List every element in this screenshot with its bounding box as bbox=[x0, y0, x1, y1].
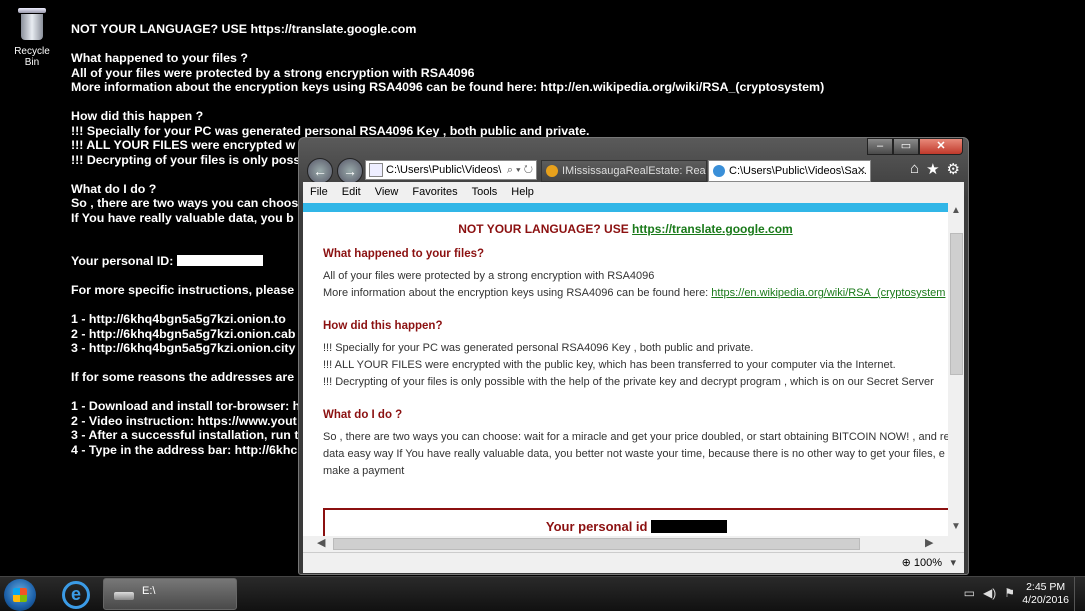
menu-bar: File Edit View Favorites Tools Help bbox=[303, 182, 964, 203]
menu-favorites[interactable]: Favorites bbox=[405, 182, 464, 203]
tab-label: C:\Users\Public\Videos\Sa... bbox=[729, 165, 867, 177]
horizontal-scrollbar[interactable]: ◀ ▶ bbox=[303, 536, 964, 552]
page-top-banner bbox=[303, 203, 948, 212]
title-text: NOT YOUR LANGUAGE? USE bbox=[458, 222, 633, 236]
home-icon[interactable]: ⌂ bbox=[910, 160, 919, 178]
tab-label: IMississaugaRealEstate: Real E... bbox=[562, 165, 707, 177]
heading-how-happen: How did this happen? bbox=[323, 320, 443, 332]
scroll-thumb[interactable] bbox=[950, 233, 963, 375]
internet-explorer-taskbar-icon[interactable]: e bbox=[62, 581, 90, 609]
scroll-up-icon[interactable]: ▲ bbox=[951, 205, 961, 216]
note-line: More information about the encryption ke… bbox=[71, 80, 825, 94]
scroll-right-icon[interactable]: ▶ bbox=[925, 536, 933, 549]
page-title: NOT YOUR LANGUAGE? USE https://translate… bbox=[303, 222, 948, 236]
scroll-left-icon[interactable]: ◀ bbox=[317, 536, 325, 549]
address-text: C:\Users\Public\Videos\ bbox=[386, 164, 502, 176]
personal-id-box: Your personal id bbox=[323, 508, 948, 536]
paragraph-line: So , there are two ways you can choose: … bbox=[323, 431, 948, 443]
status-bar: ⊕ 100% ▾ bbox=[303, 552, 964, 573]
wikipedia-link[interactable]: https://en.wikipedia.org/wiki/RSA_(crypt… bbox=[711, 287, 945, 299]
note-line bbox=[71, 37, 824, 52]
h-scroll-thumb[interactable] bbox=[333, 538, 860, 550]
taskbar-explorer-label: E:\ bbox=[142, 585, 156, 597]
browser-window: – ▭ ✕ ← → C:\Users\Public\Videos\ ⌕ ▾ ↻ … bbox=[298, 137, 969, 575]
volume-icon[interactable]: ◀) bbox=[983, 586, 996, 600]
note-line: NOT YOUR LANGUAGE? USE https://translate… bbox=[71, 22, 417, 36]
browser-toolbar-icons: ⌂ ★ ⚙ bbox=[910, 160, 960, 178]
forward-arrow-icon: → bbox=[343, 163, 357, 179]
clock-time: 2:45 PM bbox=[1026, 581, 1066, 593]
paragraph-line: !!! ALL YOUR FILES were encrypted with t… bbox=[323, 359, 896, 371]
paragraph-line: !!! Specially for your PC was generated … bbox=[323, 342, 754, 354]
menu-view[interactable]: View bbox=[368, 182, 406, 203]
note-line: How did this happen ? bbox=[71, 109, 204, 123]
clock-date: 4/20/2016 bbox=[1022, 594, 1069, 606]
recycle-bin-icon bbox=[18, 6, 46, 40]
action-center-flag-icon[interactable]: ⚑ bbox=[1004, 586, 1015, 600]
paragraph-line: More information about the encryption ke… bbox=[323, 287, 946, 299]
network-icon[interactable]: ▭ bbox=[964, 586, 975, 600]
menu-help[interactable]: Help bbox=[504, 182, 541, 203]
note-line: !!! Specially for your PC was generated … bbox=[71, 123, 590, 138]
maximize-button[interactable]: ▭ bbox=[893, 138, 919, 155]
heading-what-do: What do I do ? bbox=[323, 409, 403, 421]
note-line: All of your files were protected by a st… bbox=[71, 65, 475, 80]
heading-what-happened: What happened to your files? bbox=[323, 248, 485, 260]
personal-id-label: Your personal id bbox=[325, 519, 948, 534]
tab-favicon-icon bbox=[546, 165, 558, 177]
address-bar[interactable]: C:\Users\Public\Videos\ ⌕ ▾ ↻ bbox=[365, 160, 537, 180]
back-button[interactable]: ← bbox=[307, 158, 333, 184]
recycle-bin[interactable]: Recycle Bin bbox=[6, 6, 58, 68]
paragraph-line: All of your files were protected by a st… bbox=[323, 270, 655, 282]
show-desktop-button[interactable] bbox=[1074, 577, 1085, 611]
system-tray: ▭ ◀) ⚑ bbox=[964, 586, 1015, 600]
menu-tools[interactable]: Tools bbox=[465, 182, 505, 203]
clock[interactable]: 2:45 PM 4/20/2016 bbox=[1022, 581, 1069, 607]
forward-button[interactable]: → bbox=[337, 158, 363, 184]
translate-link[interactable]: https://translate.google.com bbox=[632, 222, 793, 236]
zoom-level[interactable]: ⊕ 100% bbox=[902, 556, 942, 569]
paragraph-line: make a payment bbox=[323, 465, 405, 477]
close-button[interactable]: ✕ bbox=[919, 138, 963, 155]
tab-local-file[interactable]: C:\Users\Public\Videos\Sa... ✕ bbox=[708, 160, 871, 182]
ie-favicon-icon bbox=[713, 165, 725, 177]
scroll-down-icon[interactable]: ▼ bbox=[951, 521, 961, 532]
note-line: What happened to your files ? bbox=[71, 51, 248, 65]
page-icon bbox=[369, 163, 383, 177]
back-arrow-icon: ← bbox=[313, 163, 327, 179]
page-content: NOT YOUR LANGUAGE? USE https://translate… bbox=[303, 212, 948, 536]
vertical-scrollbar[interactable]: ▲ ▼ bbox=[948, 203, 964, 536]
favorites-star-icon[interactable]: ★ bbox=[926, 160, 939, 178]
address-tools-icons[interactable]: ⌕ ▾ ↻ bbox=[506, 161, 533, 179]
paragraph-line: !!! Decrypting of your files is only pos… bbox=[323, 376, 934, 388]
zoom-dropdown-icon[interactable]: ▾ bbox=[950, 556, 956, 569]
paragraph-line: data easy way If You have really valuabl… bbox=[323, 448, 945, 460]
redacted-id bbox=[176, 255, 263, 266]
start-button[interactable] bbox=[4, 579, 36, 611]
taskbar-explorer-window[interactable]: E:\ bbox=[103, 578, 237, 610]
windows-logo-icon bbox=[13, 588, 27, 602]
taskbar: e E:\ ▭ ◀) ⚑ 2:45 PM 4/20/2016 bbox=[0, 576, 1085, 611]
window-controls: – ▭ ✕ bbox=[867, 138, 963, 155]
tab-real-estate[interactable]: IMississaugaRealEstate: Real E... bbox=[541, 160, 707, 182]
minimize-button[interactable]: – bbox=[867, 138, 893, 155]
redacted-id bbox=[651, 520, 728, 533]
close-tab-icon[interactable]: ✕ bbox=[857, 161, 866, 181]
note-line bbox=[71, 95, 824, 110]
menu-edit[interactable]: Edit bbox=[335, 182, 368, 203]
menu-file[interactable]: File bbox=[303, 182, 335, 203]
gear-icon[interactable]: ⚙ bbox=[947, 160, 960, 178]
recycle-bin-label: Recycle Bin bbox=[14, 46, 50, 68]
drive-icon bbox=[114, 592, 134, 600]
